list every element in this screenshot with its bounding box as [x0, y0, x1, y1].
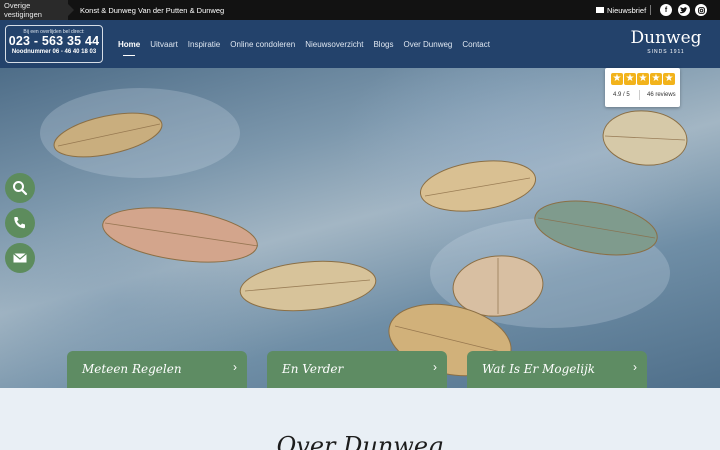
mail-icon — [13, 253, 27, 263]
newsletter-link[interactable]: Nieuwsbrief — [596, 0, 646, 20]
newsletter-label: Nieuwsbrief — [607, 5, 647, 15]
nav-uitvaart[interactable]: Uitvaart — [150, 40, 178, 49]
phone-number[interactable]: 023 - 563 35 44 — [6, 35, 102, 48]
chevron-right-icon: › — [233, 360, 237, 374]
location-link-konst[interactable]: Konst & Dunweg — [80, 0, 136, 20]
search-button[interactable] — [5, 173, 35, 203]
nav-contact[interactable]: Contact — [462, 40, 490, 49]
star-icon: ★ — [624, 73, 636, 85]
rating-score: 4.9 / 5 — [613, 92, 630, 98]
floating-leaves-illustration — [53, 110, 688, 377]
nav-online-condoleren[interactable]: Online condoleren — [230, 40, 295, 49]
main-nav: Home Uitvaart Inspiratie Online condoler… — [118, 20, 490, 68]
nav-blogs[interactable]: Blogs — [373, 40, 393, 49]
cta-wat-is-er-mogelijk[interactable]: Wat Is Er Mogelijk › — [467, 351, 647, 388]
logo-name: Dunweg — [630, 28, 702, 48]
call-button[interactable] — [5, 208, 35, 238]
about-section: Over Dunweg — [0, 388, 720, 450]
envelope-icon — [596, 7, 604, 13]
phone-icon — [14, 217, 25, 229]
star-icon: ★ — [663, 73, 675, 85]
nav-nieuwsoverzicht[interactable]: Nieuwsoverzicht — [305, 40, 363, 49]
cta-en-verder[interactable]: En Verder › — [267, 351, 447, 388]
cta-label: En Verder — [282, 362, 344, 376]
hero-image — [0, 68, 720, 388]
nav-inspiratie[interactable]: Inspiratie — [188, 40, 220, 49]
nav-home[interactable]: Home — [118, 40, 140, 56]
emergency-number[interactable]: Noodnummer 06 - 46 40 18 03 — [6, 49, 102, 55]
rating-widget[interactable]: ★ ★ ★ ★ ★ 4.9 / 5 46 reviews — [605, 68, 680, 107]
facebook-icon[interactable]: f — [660, 4, 672, 16]
cta-label: Wat Is Er Mogelijk — [482, 362, 596, 376]
main-header: Bij een overlijden bel direct: 023 - 563… — [0, 20, 720, 68]
emergency-phone-box[interactable]: Bij een overlijden bel direct: 023 - 563… — [5, 25, 103, 63]
cta-label: Meteen Regelen — [82, 362, 182, 376]
star-icon: ★ — [637, 73, 649, 85]
rating-stars: ★ ★ ★ ★ ★ — [611, 73, 675, 85]
top-bar: Overige vestigingen Konst & Dunweg Van d… — [0, 0, 720, 20]
star-icon: ★ — [611, 73, 623, 85]
rating-divider — [639, 90, 640, 100]
rating-reviews[interactable]: 46 reviews — [647, 92, 676, 98]
chevron-right-icon: › — [433, 360, 437, 374]
about-title: Over Dunweg — [276, 432, 444, 450]
star-icon: ★ — [650, 73, 662, 85]
location-link-van-der-putten[interactable]: Van der Putten & Dunweg — [138, 0, 224, 20]
nav-over-dunweg[interactable]: Over Dunweg — [403, 40, 452, 49]
search-icon — [13, 181, 28, 196]
twitter-icon[interactable] — [678, 4, 690, 16]
email-button[interactable] — [5, 243, 35, 273]
instagram-icon[interactable] — [695, 4, 707, 16]
logo-tagline: SINDS 1911 — [647, 49, 685, 55]
other-locations-label: Overige vestigingen — [0, 0, 74, 20]
cta-meteen-regelen[interactable]: Meteen Regelen › — [67, 351, 247, 388]
chevron-right-icon: › — [633, 360, 637, 374]
topbar-divider — [650, 5, 651, 15]
dunweg-logo[interactable]: Dunweg SINDS 1911 — [626, 28, 706, 55]
